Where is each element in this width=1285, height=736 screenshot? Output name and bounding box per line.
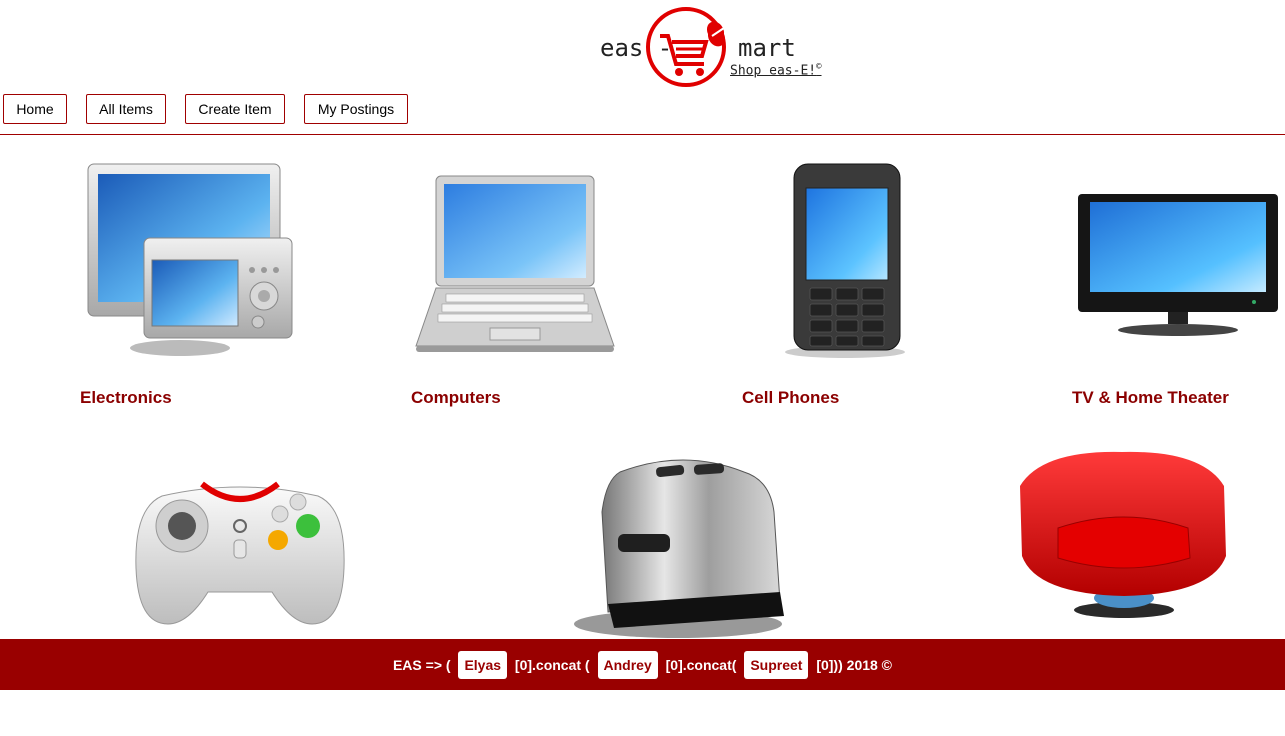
category-label-electronics[interactable]: Electronics <box>80 388 172 408</box>
header-divider <box>0 134 1285 135</box>
footer-prefix: EAS => ( <box>392 656 455 673</box>
category-tv[interactable] <box>1076 190 1280 340</box>
gamepad-icon <box>135 481 345 625</box>
author-andrey-button[interactable]: Andrey <box>597 650 658 679</box>
header: eas - mart Shop eas-E!© <box>0 0 1285 92</box>
tagline-text: Shop eas-E! <box>730 63 817 79</box>
category-gaming[interactable] <box>132 478 348 628</box>
category-furniture[interactable] <box>1012 446 1232 622</box>
create-item-button[interactable]: Create Item <box>185 94 285 124</box>
copyright-mark: © <box>816 62 822 72</box>
toaster-icon <box>574 459 784 638</box>
footer-concat-1: [0].concat ( <box>511 656 594 673</box>
laptop-icon <box>415 175 615 352</box>
monitor-camera-icon <box>87 163 293 356</box>
author-elyas-button[interactable]: Elyas <box>458 650 508 679</box>
armchair-icon <box>1020 451 1226 618</box>
category-electronics[interactable] <box>80 160 300 360</box>
category-cell-phones[interactable] <box>770 160 920 360</box>
site-logo[interactable]: eas - mart Shop eas-E!© <box>600 4 830 92</box>
author-supreet-button[interactable]: Supreet <box>744 650 809 679</box>
footer-suffix: [0])) 2018 © <box>812 656 893 673</box>
home-button[interactable]: Home <box>3 94 67 124</box>
category-label-cell-phones[interactable]: Cell Phones <box>742 388 839 408</box>
category-label-tv[interactable]: TV & Home Theater <box>1072 388 1229 408</box>
logo-tagline: Shop eas-E!© <box>730 62 822 78</box>
my-postings-button[interactable]: My Postings <box>304 94 408 124</box>
category-label-computers[interactable]: Computers <box>411 388 501 408</box>
tv-icon <box>1078 194 1278 336</box>
logo-text-right: mart <box>738 34 796 62</box>
cell-phone-icon <box>785 163 905 358</box>
category-appliances[interactable] <box>574 452 788 638</box>
footer-concat-2: [0].concat( <box>661 656 741 673</box>
category-computers[interactable] <box>410 170 620 360</box>
all-items-button[interactable]: All Items <box>86 94 166 124</box>
shopping-cart-icon <box>646 7 726 87</box>
footer: EAS => ( Elyas [0].concat ( Andrey [0].c… <box>0 639 1285 690</box>
